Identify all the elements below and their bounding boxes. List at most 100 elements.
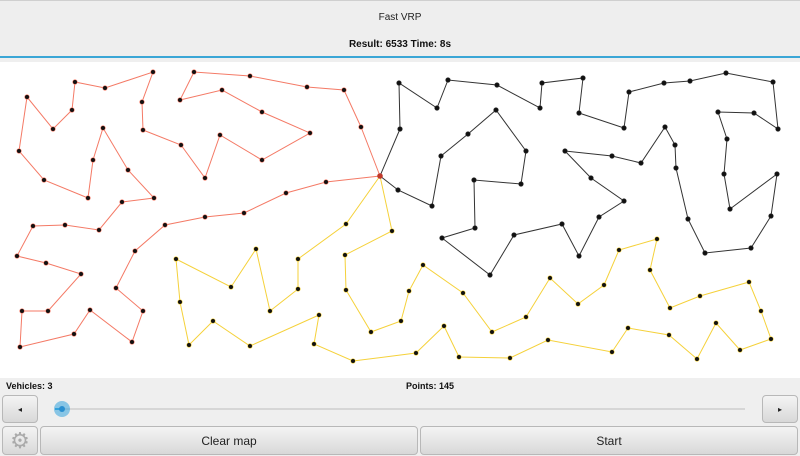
customer-point	[687, 78, 693, 84]
customer-point	[429, 203, 435, 209]
customer-point	[87, 307, 93, 313]
customer-point	[100, 125, 106, 131]
customer-point	[219, 87, 225, 93]
customer-point	[151, 195, 157, 201]
customer-point	[259, 157, 265, 163]
customer-point	[609, 153, 615, 159]
customer-point	[177, 299, 183, 305]
customer-point	[389, 228, 395, 234]
customer-point	[751, 110, 757, 116]
customer-point	[24, 94, 30, 100]
customer-point	[545, 337, 551, 343]
customer-point	[724, 136, 730, 142]
customer-point	[507, 355, 513, 361]
customer-point	[119, 199, 125, 205]
customer-point	[316, 312, 322, 318]
customer-point	[177, 97, 183, 103]
customer-point	[713, 320, 719, 326]
customer-point	[43, 260, 49, 266]
customer-point	[45, 308, 51, 314]
customer-point	[537, 105, 543, 111]
customer-point	[547, 275, 553, 281]
customer-point	[247, 343, 253, 349]
customer-point	[78, 271, 84, 277]
customer-point	[342, 252, 348, 258]
customer-point	[71, 331, 77, 337]
customer-point	[62, 222, 68, 228]
customer-point	[672, 142, 678, 148]
customer-point	[295, 286, 301, 292]
customer-point	[721, 171, 727, 177]
customer-point	[616, 247, 622, 253]
customer-point	[562, 148, 568, 154]
route-line-2	[379, 72, 779, 276]
customer-point	[460, 290, 466, 296]
customer-point	[601, 282, 607, 288]
customer-point	[626, 89, 632, 95]
customer-point	[17, 344, 23, 350]
customer-point	[191, 69, 197, 75]
customer-point	[395, 187, 401, 193]
customer-point	[16, 148, 22, 154]
customer-point	[307, 130, 313, 136]
customer-point	[768, 213, 774, 219]
customer-point	[434, 105, 440, 111]
customer-point	[539, 80, 545, 86]
increase-vehicles-button[interactable]: ▸	[762, 395, 798, 423]
customer-point	[768, 336, 774, 342]
customer-point	[576, 253, 582, 259]
customer-point	[368, 329, 374, 335]
customer-point	[667, 305, 673, 311]
customer-point	[456, 354, 462, 360]
customer-point	[350, 358, 356, 364]
settings-button[interactable]: ⚙	[2, 426, 38, 455]
customer-point	[494, 82, 500, 88]
customer-point	[588, 175, 594, 181]
customer-point	[511, 232, 517, 238]
customer-point	[647, 267, 653, 273]
customer-point	[625, 325, 631, 331]
route-line-1	[16, 71, 381, 348]
customer-point	[406, 288, 412, 294]
customer-point	[295, 256, 301, 262]
customer-point	[472, 225, 478, 231]
customer-point	[748, 245, 754, 251]
customer-point	[662, 124, 668, 130]
customer-point	[770, 79, 776, 85]
decrease-vehicles-button[interactable]: ◂	[2, 395, 38, 423]
customer-point	[621, 125, 627, 131]
customer-point	[638, 160, 644, 166]
customer-point	[493, 107, 499, 113]
customer-point	[19, 308, 25, 314]
customer-point	[41, 177, 47, 183]
route-map[interactable]	[0, 62, 800, 378]
customer-point	[661, 80, 667, 86]
customer-point	[343, 221, 349, 227]
customer-point	[150, 69, 156, 75]
customer-point	[685, 216, 691, 222]
vehicles-slider[interactable]	[53, 401, 745, 417]
customer-point	[132, 248, 138, 254]
customer-point	[14, 253, 20, 259]
customer-point	[487, 272, 493, 278]
customer-point	[259, 109, 265, 115]
customer-point	[343, 287, 349, 293]
customer-point	[694, 356, 700, 362]
customer-point	[775, 126, 781, 132]
customer-point	[129, 339, 135, 345]
route-canvas[interactable]	[0, 0, 800, 378]
customer-point	[267, 308, 273, 314]
customer-point	[758, 308, 764, 314]
customer-point	[139, 99, 145, 105]
customer-point	[69, 107, 75, 113]
slider-thumb[interactable]	[53, 401, 70, 417]
customer-point	[413, 350, 419, 356]
customer-point	[441, 323, 447, 329]
start-button[interactable]: Start	[420, 426, 798, 455]
clear-map-button[interactable]: Clear map	[40, 426, 418, 455]
customer-point	[50, 126, 56, 132]
customer-point	[202, 175, 208, 181]
customer-point	[518, 181, 524, 187]
customer-point	[609, 349, 615, 355]
customer-point	[30, 223, 36, 229]
